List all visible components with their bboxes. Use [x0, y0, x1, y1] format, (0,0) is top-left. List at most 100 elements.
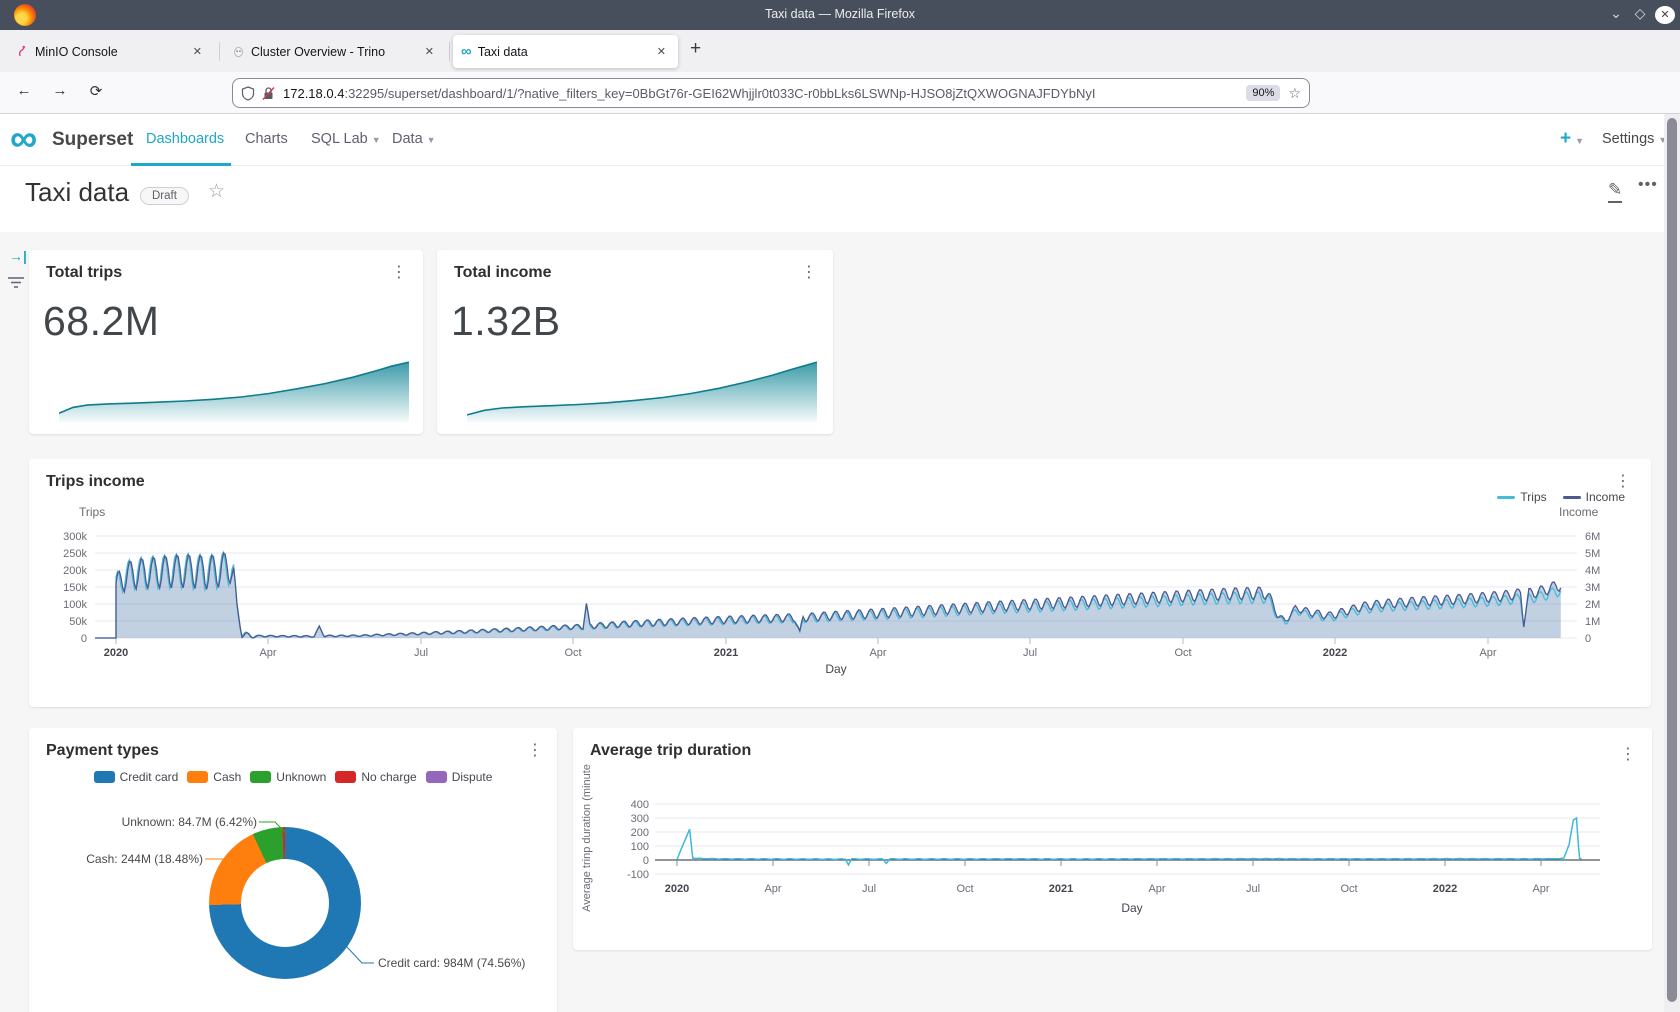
- legend-item[interactable]: No charge: [335, 770, 416, 784]
- x-axis-tick-label: Apr: [869, 647, 886, 659]
- card-total-trips: Total trips ⋮ 68.2M: [29, 250, 423, 434]
- donut-hole: [241, 859, 329, 947]
- url-host: 172.18.0.4: [283, 86, 344, 101]
- legend-swatch: [94, 771, 115, 783]
- y-axis-tick-label: 2M: [1585, 599, 1600, 611]
- nav-dashboards[interactable]: Dashboards: [146, 131, 224, 147]
- trendline-sparkline: [59, 356, 409, 422]
- y-axis-tick-label: 150k: [63, 582, 87, 594]
- scrollbar-thumb[interactable]: [1667, 118, 1677, 1002]
- filter-icon[interactable]: [7, 274, 25, 290]
- expand-filter-bar-icon[interactable]: →|: [9, 248, 27, 264]
- slice-callout-unknown: Unknown: 84.7M (6.42%): [122, 815, 257, 829]
- x-axis-tick-label: Apr: [764, 883, 781, 895]
- y-axis-tick-label: 100k: [63, 599, 87, 611]
- back-button[interactable]: ←: [12, 82, 36, 99]
- y-axis-tick-label: 300: [631, 813, 649, 825]
- trino-favicon: [232, 45, 245, 58]
- trips-income-chart[interactable]: 300k6M250k5M200k4M150k3M100k2M50k1M00202…: [29, 459, 1651, 707]
- legend-swatch: [187, 771, 208, 783]
- tab-close-icon[interactable]: ✕: [653, 43, 670, 60]
- settings-menu[interactable]: Settings▼: [1602, 131, 1667, 147]
- superset-navbar: ∞ Superset Dashboards Charts SQL Lab▼ Da…: [0, 114, 1664, 166]
- y-axis-tick-label: 50k: [69, 616, 87, 628]
- kebab-menu-icon[interactable]: ⋮: [527, 740, 543, 760]
- x-axis-tick-label: Oct: [1340, 883, 1357, 895]
- x-axis-tick-label: 2022: [1433, 883, 1457, 895]
- nav-data[interactable]: Data▼: [392, 131, 436, 147]
- tab-close-icon[interactable]: ✕: [189, 43, 206, 60]
- nav-sql-lab[interactable]: SQL Lab▼: [311, 131, 381, 147]
- y-axis-tick-label: 5M: [1585, 548, 1600, 560]
- add-new-button[interactable]: +▼: [1560, 128, 1584, 150]
- tab-separator: [219, 42, 220, 61]
- legend-item[interactable]: Unknown: [250, 770, 326, 784]
- legend-item[interactable]: Credit card: [94, 770, 179, 784]
- reload-button[interactable]: ⟳: [84, 82, 108, 100]
- y-axis-tick-label: 3M: [1585, 582, 1600, 594]
- favorite-star-icon[interactable]: ☆: [208, 180, 225, 203]
- nav-charts[interactable]: Charts: [245, 131, 288, 147]
- y-axis-tick-label: 200: [631, 827, 649, 839]
- tab-minio-console[interactable]: MinIO Console ✕: [8, 35, 214, 68]
- slice-callout-credit-card: Credit card: 984M (74.56%): [378, 956, 525, 970]
- big-number-value: 1.32B: [451, 298, 561, 345]
- url-bar[interactable]: 172.18.0.4:32295/superset/dashboard/1/?n…: [232, 78, 1310, 108]
- tab-close-icon[interactable]: ✕: [421, 43, 438, 60]
- x-axis-tick-label: Apr: [1148, 883, 1165, 895]
- draft-status-badge: Draft: [140, 187, 189, 205]
- window-minimize-button[interactable]: ⌄: [1606, 5, 1626, 22]
- superset-logo[interactable]: ∞: [10, 114, 37, 164]
- dashboard-title: Taxi data: [25, 177, 129, 208]
- shield-permissions-icon[interactable]: [241, 86, 255, 101]
- card-payment-types: Payment types ⋮ Credit card Cash Unknown…: [29, 728, 557, 1012]
- card-avg-trip-duration: Average trip duration ⋮ 4003002001000-10…: [573, 728, 1652, 950]
- tab-title: Cluster Overview - Trino: [251, 45, 415, 59]
- tab-separator: [449, 42, 450, 61]
- page-scrollbar[interactable]: [1664, 114, 1680, 1012]
- lock-insecure-icon[interactable]: [262, 86, 275, 101]
- chart-title: Payment types: [46, 742, 159, 760]
- legend-swatch: [426, 771, 447, 783]
- dashboard-more-menu[interactable]: •••: [1638, 176, 1658, 194]
- url-path: :32295/superset/dashboard/1/?native_filt…: [344, 86, 1095, 101]
- y-axis-tick-label: -100: [627, 869, 649, 881]
- avg-trip-duration-chart[interactable]: 4003002001000-1002020AprJulOct2021AprJul…: [573, 728, 1652, 950]
- new-tab-button[interactable]: +: [690, 38, 701, 60]
- slice-callout-cash: Cash: 244M (18.48%): [86, 852, 203, 866]
- zoom-level-badge[interactable]: 90%: [1246, 85, 1280, 101]
- tab-trino[interactable]: Cluster Overview - Trino ✕: [224, 35, 446, 68]
- kebab-menu-icon[interactable]: ⋮: [391, 262, 407, 282]
- y-axis-tick-label: 200k: [63, 565, 87, 577]
- bookmark-star-icon[interactable]: ☆: [1288, 85, 1301, 102]
- window-maximize-button[interactable]: ◇: [1630, 5, 1650, 22]
- window-close-button[interactable]: ✕: [1655, 6, 1675, 24]
- x-axis-tick-label: Oct: [1174, 647, 1191, 659]
- firefox-window: Taxi data — Mozilla Firefox ⌄ ◇ ✕ MinIO …: [0, 0, 1680, 1012]
- y-axis-tick-label: 4M: [1585, 565, 1600, 577]
- x-axis-tick-label: 2022: [1323, 647, 1347, 659]
- y-axis-tick-label: 6M: [1585, 531, 1600, 543]
- x-axis-tick-label: Jul: [414, 647, 428, 659]
- y-axis-tick-label: 0: [81, 633, 87, 645]
- chevron-down-icon: ▼: [1575, 136, 1584, 146]
- chart-legend: Credit card Cash Unknown No charge Dispu…: [29, 770, 557, 784]
- x-axis-tick-label: 2020: [665, 883, 689, 895]
- minio-favicon: [16, 45, 29, 58]
- chart-title: Total income: [454, 264, 552, 282]
- superset-favicon: ∞: [461, 43, 472, 60]
- legend-swatch: [250, 771, 271, 783]
- x-axis-title: Day: [1121, 901, 1142, 915]
- donut-chart[interactable]: [209, 827, 361, 979]
- legend-item[interactable]: Dispute: [426, 770, 493, 784]
- kebab-menu-icon[interactable]: ⋮: [801, 262, 817, 282]
- y-axis-tick-label: 100: [631, 841, 649, 853]
- forward-button[interactable]: →: [48, 82, 72, 99]
- superset-brand-name[interactable]: Superset: [52, 129, 133, 151]
- trendline-sparkline: [467, 356, 817, 422]
- x-axis-tick-label: Apr: [1479, 647, 1496, 659]
- tab-taxi-data[interactable]: ∞ Taxi data ✕: [453, 35, 678, 68]
- legend-item[interactable]: Cash: [187, 770, 241, 784]
- chart-title: Total trips: [46, 264, 122, 282]
- edit-dashboard-icon[interactable]: ✎: [1608, 180, 1622, 203]
